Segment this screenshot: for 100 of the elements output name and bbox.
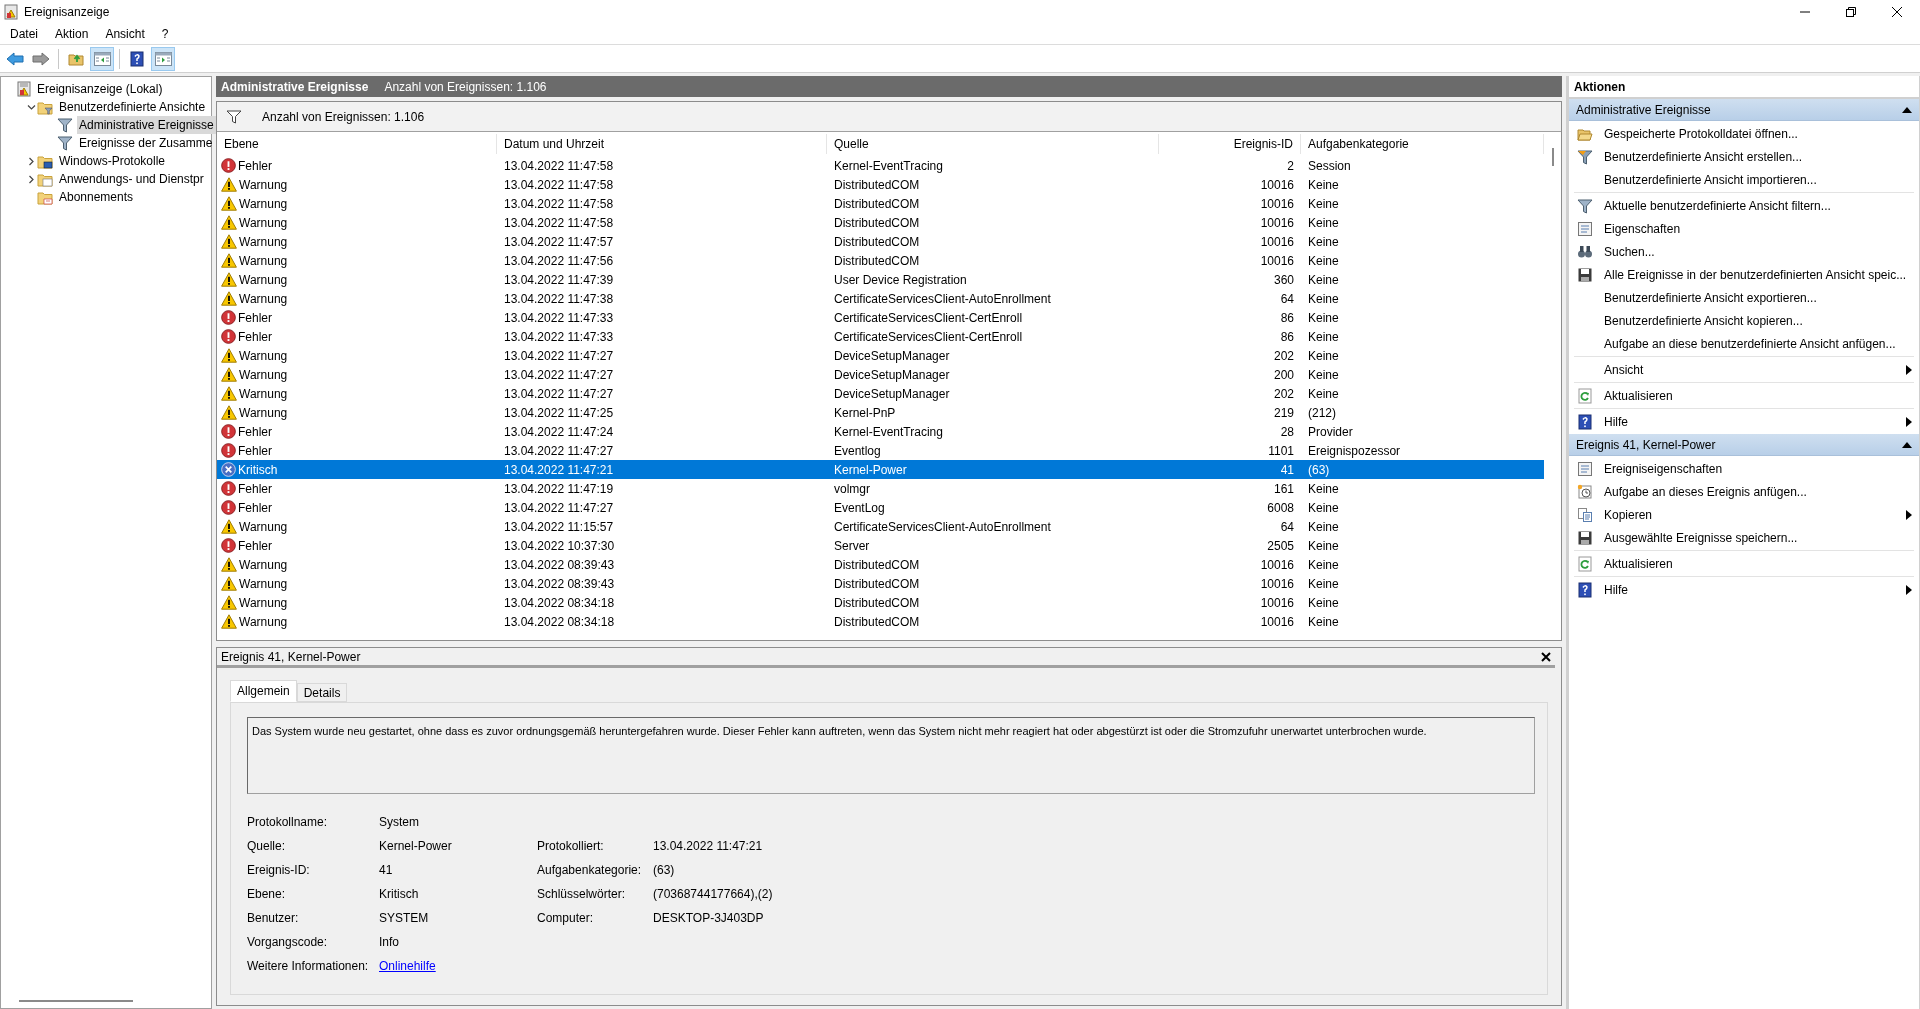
action-item[interactable]: Benutzerdefinierte Ansicht erstellen...: [1574, 145, 1914, 168]
field-value: Info: [379, 934, 400, 951]
funnel-star-icon: [1577, 148, 1593, 165]
section-header[interactable]: Ereignis 41, Kernel-Power: [1569, 434, 1919, 456]
table-cell-text: Warnung: [239, 518, 288, 536]
action-item[interactable]: Benutzerdefinierte Ansicht exportieren...: [1574, 286, 1914, 309]
action-item[interactable]: Aufgabe an diese benutzerdefinierte Ansicht anfügen...: [1574, 332, 1914, 355]
table-cell-text: Kernel-PnP: [833, 404, 897, 422]
tree-item[interactable]: Abonnements: [57, 188, 136, 206]
table-row[interactable]: Warnung 13.04.2022 11:47:27 DeviceSetupManager 202 Keine: [217, 384, 1544, 403]
menu-item[interactable]: Ansicht: [97, 25, 153, 43]
action-item[interactable]: Eigenschaften: [1574, 217, 1914, 240]
action-pane-toggle-icon[interactable]: [151, 46, 175, 71]
tree-item[interactable]: Ereignisanzeige (Lokal): [35, 80, 165, 98]
table-cell-text: 10016: [1259, 594, 1295, 612]
table-row[interactable]: Warnung 13.04.2022 11:47:56 DistributedCOM 10016 Keine: [217, 251, 1544, 270]
tree-item[interactable]: Benutzerdefinierte Ansichte: [57, 98, 208, 116]
action-item[interactable]: Benutzerdefinierte Ansicht importieren...: [1574, 168, 1914, 191]
table-cell-text: 13.04.2022 08:34:18: [503, 594, 616, 612]
table-cell-text: 41: [1279, 461, 1295, 479]
help-link[interactable]: Onlinehilfe: [379, 959, 436, 973]
table-row[interactable]: Warnung 13.04.2022 11:47:57 DistributedCOM 10016 Keine: [217, 232, 1544, 251]
scrollbar-thumb[interactable]: [19, 1000, 133, 1002]
table-row[interactable]: Fehler 13.04.2022 11:47:19 volmgr 161 Keine: [217, 479, 1544, 498]
action-item[interactable]: Gespeicherte Protokolldatei öffnen...: [1574, 122, 1914, 145]
table-cell-text: 86: [1279, 328, 1295, 346]
table-cell-text: Keine: [1307, 480, 1340, 498]
action-item[interactable]: Hilfe: [1574, 578, 1914, 601]
field-label: Aufgabenkategorie:: [537, 862, 643, 879]
column-header[interactable]: Ereignis-ID: [1159, 134, 1301, 154]
table-row[interactable]: Warnung 13.04.2022 08:39:43 DistributedCOM 10016 Keine: [217, 555, 1544, 574]
table-row[interactable]: Warnung 13.04.2022 11:47:38 CertificateServicesClient-AutoEnrollment 64 Keine: [217, 289, 1544, 308]
console-tree-toggle-icon[interactable]: [90, 46, 114, 71]
column-header[interactable]: Datum und Uhrzeit: [497, 134, 827, 154]
table-row[interactable]: Fehler 13.04.2022 11:47:58 Kernel-EventTracing 2 Session: [217, 156, 1544, 175]
table-cell-text: DistributedCOM: [833, 556, 921, 574]
tree-item[interactable]: Windows-Protokolle: [57, 152, 168, 170]
table-row[interactable]: Warnung 13.04.2022 11:47:58 DistributedCOM 10016 Keine: [217, 175, 1544, 194]
table-row[interactable]: Fehler 13.04.2022 11:47:33 CertificateServicesClient-CertEnroll 86 Keine: [217, 327, 1544, 346]
table-row[interactable]: Fehler 13.04.2022 11:47:33 CertificateServicesClient-CertEnroll 86 Keine: [217, 308, 1544, 327]
table-cell-text: Warnung: [239, 347, 288, 365]
submenu-arrow-icon: [1906, 584, 1912, 595]
table-cell-text: Warnung: [239, 233, 288, 251]
collapse-arrow-icon[interactable]: [1902, 441, 1912, 448]
action-item[interactable]: Hilfe: [1574, 410, 1914, 433]
table-row[interactable]: Warnung 13.04.2022 11:47:58 DistributedCOM 10016 Keine: [217, 194, 1544, 213]
tree-item[interactable]: Anwendungs- und Dienstpr: [57, 170, 206, 188]
action-item[interactable]: Aktualisieren: [1574, 552, 1914, 575]
filter-icon: [226, 109, 242, 124]
table-row[interactable]: Fehler 13.04.2022 11:47:27 EventLog 6008 Keine: [217, 498, 1544, 517]
column-header[interactable]: Quelle: [827, 134, 1159, 154]
table-cell-text: Kernel-EventTracing: [833, 157, 944, 175]
table-row[interactable]: Fehler 13.04.2022 11:47:27 Eventlog 1101 Ereignispozessor: [217, 441, 1544, 460]
description-field: Das System wurde neu gestartet, ohne dass es zuvor ordnungsgemäß heruntergefahren wurde. Dieser Fehler kann auftreten, wenn das System nicht mehr reagiert hat oder abgestürzt ist oder die Stromzufuhr unerwartet unterbrochen wurde.: [247, 717, 1535, 794]
action-item[interactable]: Ausgewählte Ereignisse speichern...: [1574, 526, 1914, 549]
scrollbar-thumb[interactable]: [1551, 148, 1554, 166]
warning-icon: [221, 614, 237, 629]
table-cell-text: 10016: [1259, 214, 1295, 232]
help-icon: [1577, 581, 1593, 598]
action-item[interactable]: Alle Ereignisse in der benutzerdefinierten Ansicht speic...: [1574, 263, 1914, 286]
action-item[interactable]: Aktualisieren: [1574, 384, 1914, 407]
table-row[interactable]: Kritisch 13.04.2022 11:47:21 Kernel-Power 41 (63): [217, 460, 1544, 479]
action-item[interactable]: Ansicht: [1574, 358, 1914, 381]
action-item[interactable]: Ereigniseigenschaften: [1574, 457, 1914, 480]
table-row[interactable]: Fehler 13.04.2022 11:47:24 Kernel-EventTracing 28 Provider: [217, 422, 1544, 441]
close-icon[interactable]: [1541, 651, 1551, 662]
tree-item[interactable]: Ereignisse der Zusamme: [77, 134, 215, 152]
table-row[interactable]: Warnung 13.04.2022 11:47:39 User Device Registration 360 Keine: [217, 270, 1544, 289]
action-item[interactable]: Aktuelle benutzerdefinierte Ansicht filtern...: [1574, 194, 1914, 217]
menu-item[interactable]: ?: [153, 25, 177, 43]
column-header[interactable]: Ebene: [217, 134, 497, 154]
window-title: Ereignisanzeige: [24, 4, 110, 21]
table-row[interactable]: Warnung 13.04.2022 11:47:27 DeviceSetupManager 200 Keine: [217, 365, 1544, 384]
table-row[interactable]: Warnung 13.04.2022 08:34:18 DistributedCOM 10016 Keine: [217, 593, 1544, 612]
column-header[interactable]: Aufgabenkategorie: [1301, 134, 1544, 154]
tab[interactable]: Details: [296, 683, 348, 702]
section-header[interactable]: Administrative Ereignisse: [1569, 99, 1919, 121]
tab[interactable]: Allgemein: [230, 680, 297, 702]
menu-item[interactable]: Aktion: [47, 25, 97, 43]
collapse-chevron-icon[interactable]: [26, 102, 36, 112]
action-item[interactable]: Aufgabe an dieses Ereignis anfügen...: [1574, 480, 1914, 503]
table-cell-text: Fehler: [238, 423, 272, 441]
table-row[interactable]: Warnung 13.04.2022 11:15:57 CertificateServicesClient-AutoEnrollment 64 Keine: [217, 517, 1544, 536]
properties-icon: [1577, 220, 1593, 237]
action-item[interactable]: Kopieren: [1574, 503, 1914, 526]
action-item[interactable]: Benutzerdefinierte Ansicht kopieren...: [1574, 309, 1914, 332]
action-item[interactable]: Suchen...: [1574, 240, 1914, 263]
table-cell-text: Fehler: [238, 328, 272, 346]
table-row[interactable]: Warnung 13.04.2022 11:47:58 DistributedCOM 10016 Keine: [217, 213, 1544, 232]
collapse-arrow-icon[interactable]: [1902, 106, 1912, 113]
tree-item[interactable]: Administrative Ereignisse: [77, 116, 216, 134]
menu-item[interactable]: Datei: [2, 25, 46, 43]
table-row[interactable]: Warnung 13.04.2022 08:34:18 DistributedCOM 10016 Keine: [217, 612, 1544, 631]
warning-icon: [221, 291, 237, 306]
table-row[interactable]: Warnung 13.04.2022 11:47:25 Kernel-PnP 219 (212): [217, 403, 1544, 422]
table-cell-text: Warnung: [239, 195, 288, 213]
table-row[interactable]: Warnung 13.04.2022 08:39:43 DistributedCOM 10016 Keine: [217, 574, 1544, 593]
table-row[interactable]: Warnung 13.04.2022 11:47:27 DeviceSetupManager 202 Keine: [217, 346, 1544, 365]
table-row[interactable]: Fehler 13.04.2022 10:37:30 Server 2505 Keine: [217, 536, 1544, 555]
table-cell-text: 1101: [1267, 442, 1295, 460]
